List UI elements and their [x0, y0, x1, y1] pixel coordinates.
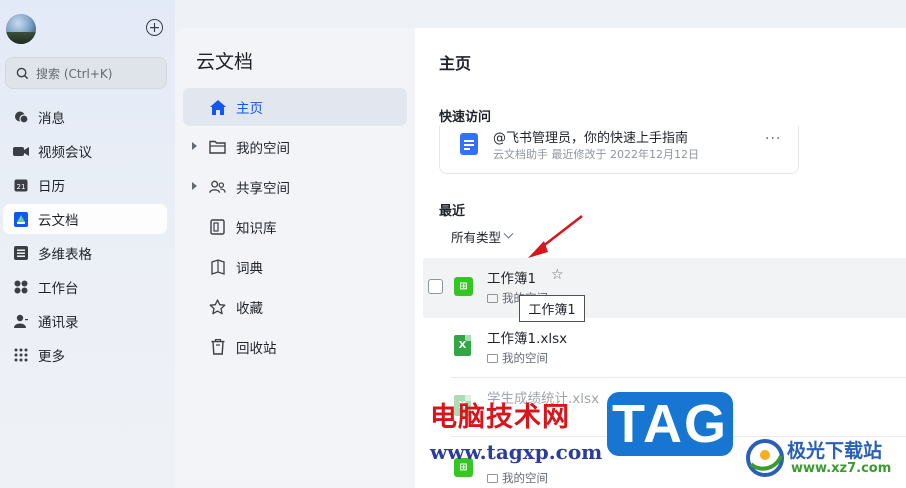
chevron-down-icon — [503, 228, 514, 239]
watermark-jiguang-name: 极光下载站 — [787, 440, 883, 462]
docs-nav-label: 收藏 — [236, 301, 263, 317]
create-plus-button[interactable]: + — [146, 19, 163, 36]
sheet-icon: ⊞ — [454, 277, 473, 296]
contacts-icon — [13, 313, 29, 329]
docs-nav-label: 知识库 — [236, 221, 277, 237]
nav-item-label: 视频会议 — [38, 145, 92, 161]
page-title: 主页 — [439, 54, 472, 73]
wiki-book-icon — [209, 219, 226, 236]
nav-item-calendar[interactable]: 21 日历 — [3, 170, 167, 200]
row-checkbox[interactable] — [428, 279, 443, 294]
excel-icon-glyph: X — [458, 340, 467, 351]
annotation-arrow-icon — [528, 215, 583, 258]
docs-nav-shared-space[interactable]: 共享空间 — [183, 168, 407, 206]
docs-nav-dictionary[interactable]: 词典 — [183, 248, 407, 286]
file-location-label: 我的空间 — [502, 351, 548, 365]
docs-sidebar-title: 云文档 — [196, 51, 254, 73]
docs-nav-label: 主页 — [236, 101, 263, 117]
excel-file-icon: X — [454, 335, 471, 356]
docs-nav-label: 词典 — [236, 261, 263, 277]
search-input[interactable]: 搜索 (Ctrl+K) — [5, 57, 167, 89]
nav-item-label: 消息 — [38, 111, 65, 127]
nav-item-base[interactable]: 多维表格 — [3, 238, 167, 268]
nav-item-cloud-docs[interactable]: 云文档 — [3, 204, 167, 234]
quick-access-heading: 快速访问 — [439, 110, 492, 125]
file-row[interactable]: ⊞ 工作簿1 ☆ 我的空间 — [423, 258, 906, 318]
docs-nav-home[interactable]: 主页 — [183, 88, 407, 126]
star-icon — [209, 299, 226, 316]
app-sidebar: + 搜索 (Ctrl+K) 消息 视频会议 21 日历 云文档 多维表格 工作台… — [0, 0, 175, 488]
trash-icon — [209, 339, 226, 356]
docs-nav-favorites[interactable]: 收藏 — [183, 288, 407, 326]
nav-item-label: 通讯录 — [38, 315, 79, 331]
favorite-star-icon[interactable]: ☆ — [551, 267, 564, 283]
folder-icon — [487, 293, 498, 303]
file-location-label: 我的空间 — [502, 471, 548, 485]
docs-sidebar: 云文档 主页 我的空间 共享空间 知识库 词典 收藏 回收站 — [175, 28, 415, 488]
watermark-site-name: 电脑技术网 — [430, 402, 570, 433]
chat-bubble-icon — [13, 109, 29, 125]
docs-nav-trash[interactable]: 回收站 — [183, 328, 407, 366]
expand-caret-icon[interactable] — [192, 142, 197, 150]
dictionary-icon — [209, 259, 226, 276]
nav-item-label: 云文档 — [38, 213, 79, 229]
avatar[interactable] — [6, 14, 36, 44]
base-table-icon — [13, 245, 29, 261]
more-options-button[interactable]: ··· — [765, 131, 781, 147]
search-icon — [16, 67, 29, 79]
nav-item-label: 工作台 — [38, 281, 79, 297]
file-row[interactable]: X 工作簿1.xlsx 我的空间 — [423, 318, 906, 378]
nav-item-label: 更多 — [38, 349, 65, 365]
sheet-icon-glyph: ⊞ — [459, 281, 468, 292]
workplace-grid-icon — [13, 279, 29, 295]
svg-text:21: 21 — [17, 183, 26, 191]
nav-item-messages[interactable]: 消息 — [3, 102, 167, 132]
file-name[interactable]: 工作簿1.xlsx — [487, 327, 567, 347]
nav-item-more[interactable]: 更多 — [3, 340, 167, 370]
file-name-tooltip: 工作簿1 — [519, 295, 585, 322]
nav-item-workplace[interactable]: 工作台 — [3, 272, 167, 302]
jiguang-logo-icon — [746, 439, 784, 477]
quick-card-subtitle: 云文档助手 最近修改于 2022年12月12日 — [493, 148, 699, 161]
docs-nav-wiki[interactable]: 知识库 — [183, 208, 407, 246]
quick-card-title: @飞书管理员，你的快速上手指南 — [493, 131, 689, 146]
type-filter-dropdown[interactable]: 所有类型 — [451, 227, 514, 246]
watermark-tag-logo: TAG — [607, 392, 733, 456]
file-location: 我的空间 — [487, 470, 548, 486]
watermark-jiguang-url: www.xz7.com — [791, 461, 892, 476]
file-name[interactable]: 工作簿1 — [487, 267, 536, 287]
docs-nav-label: 我的空间 — [236, 141, 290, 157]
expand-caret-icon[interactable] — [192, 182, 197, 190]
docs-nav-label: 共享空间 — [236, 181, 290, 197]
quick-access-card[interactable]: @飞书管理员，你的快速上手指南 云文档助手 最近修改于 2022年12月12日 … — [439, 126, 799, 174]
cloud-docs-icon — [13, 211, 29, 227]
folder-icon — [209, 139, 226, 156]
nav-item-video-meeting[interactable]: 视频会议 — [3, 136, 167, 166]
watermark-jiguang: 极光下载站 www.xz7.com — [745, 432, 905, 488]
nav-item-contacts[interactable]: 通讯录 — [3, 306, 167, 336]
more-dots-icon — [13, 347, 29, 363]
recent-heading: 最近 — [439, 204, 466, 219]
docs-nav-my-space[interactable]: 我的空间 — [183, 128, 407, 166]
calendar-icon: 21 — [13, 177, 29, 193]
watermark-site-url: www.tagxp.com — [430, 440, 603, 464]
nav-item-label: 日历 — [38, 179, 65, 195]
home-icon — [209, 99, 226, 116]
shared-users-icon — [209, 179, 226, 196]
docs-nav-label: 回收站 — [236, 341, 277, 357]
doc-icon — [460, 133, 478, 155]
type-filter-label: 所有类型 — [451, 230, 502, 245]
video-camera-icon — [13, 143, 29, 159]
file-location: 我的空间 — [487, 350, 548, 366]
folder-icon — [487, 473, 498, 483]
plus-icon: + — [148, 19, 161, 36]
folder-icon — [487, 353, 498, 363]
search-placeholder: 搜索 (Ctrl+K) — [36, 66, 113, 81]
nav-item-label: 多维表格 — [38, 247, 92, 263]
